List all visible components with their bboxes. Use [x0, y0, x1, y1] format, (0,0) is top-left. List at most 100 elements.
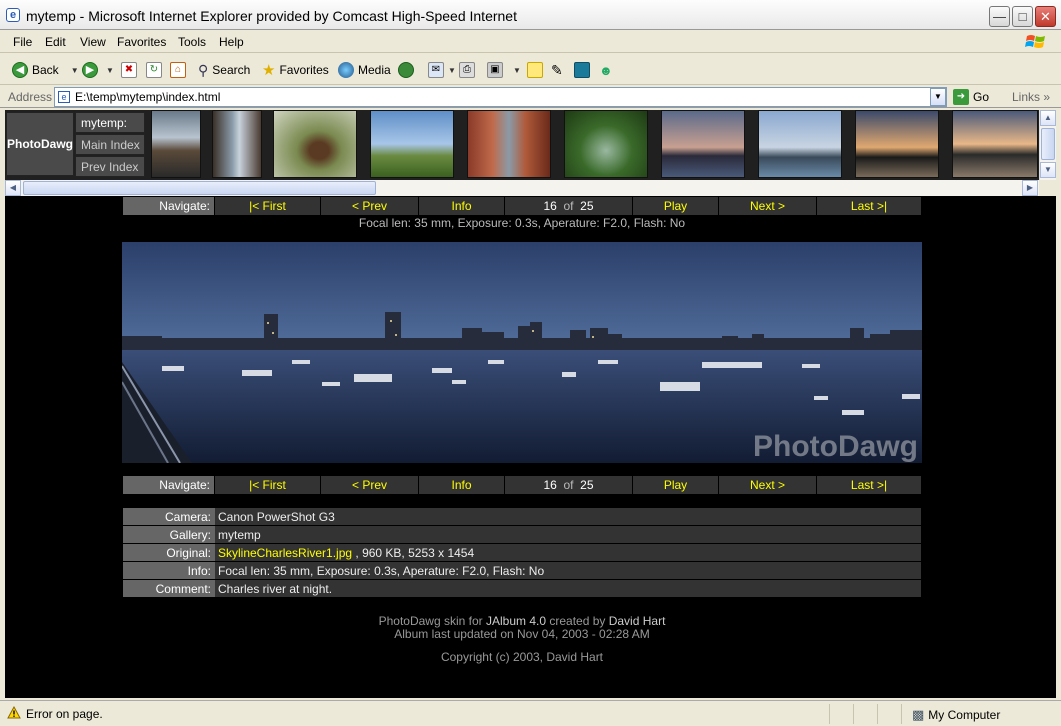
menu-tools[interactable]: Tools: [178, 35, 206, 49]
research-icon: ✎: [551, 61, 563, 78]
next-link[interactable]: Next >: [719, 197, 817, 215]
main-photo[interactable]: PhotoDawg: [122, 242, 922, 463]
comment-label: Comment:: [123, 580, 215, 597]
thumbnail[interactable]: [151, 110, 201, 178]
jalbum-link[interactable]: JAlbum 4.0: [486, 614, 546, 628]
thumbnail[interactable]: [758, 110, 842, 178]
details-row-original: Original: SkylineCharlesRiver1.jpg , 960…: [123, 544, 921, 562]
thumbnail-vertical-scrollbar[interactable]: ▲ ▼: [1039, 110, 1056, 180]
history-button[interactable]: [398, 60, 414, 80]
scroll-right-icon[interactable]: ▶: [1022, 180, 1038, 196]
chevron-down-icon[interactable]: ▼: [448, 66, 456, 75]
play-link[interactable]: Play: [633, 197, 719, 215]
search-button[interactable]: ⚲ Search: [198, 60, 250, 80]
watermark-text: PhotoDawg: [753, 430, 918, 463]
messenger-button[interactable]: [574, 60, 590, 80]
thumbnail[interactable]: [855, 110, 939, 178]
menu-favorites[interactable]: Favorites: [117, 35, 166, 49]
author-link[interactable]: David Hart: [609, 614, 666, 628]
people-icon: ☻: [599, 62, 613, 78]
index-nav-table: PhotoDawg mytemp: Main Index Prev Index: [5, 110, 147, 178]
home-button[interactable]: ⌂: [170, 60, 186, 80]
print-button[interactable]: ⎙: [459, 60, 475, 80]
scroll-up-icon[interactable]: ▲: [1040, 110, 1056, 126]
links-button[interactable]: Links »: [1012, 90, 1050, 104]
discuss-button[interactable]: [527, 60, 543, 80]
scroll-down-icon[interactable]: ▼: [1040, 162, 1056, 178]
last-link[interactable]: Last >|: [817, 197, 921, 215]
close-button[interactable]: ✕: [1035, 6, 1056, 27]
prev-index-link[interactable]: Prev Index: [75, 156, 145, 177]
media-button[interactable]: Media: [338, 60, 391, 80]
favorites-button[interactable]: ★ Favorites: [262, 60, 329, 80]
toolbar: ◀ Back ▼ ▶ ▼ ✖ ↻ ⌂ ⚲ Search ★ Favorites …: [0, 54, 1061, 85]
edit-button[interactable]: ▣ ▼: [487, 60, 521, 80]
mail-button[interactable]: ✉ ▼: [428, 60, 456, 80]
address-bar: Address E:\temp\mytemp\index.html e ▼ ➜ …: [0, 86, 1061, 108]
research-button[interactable]: ✎: [551, 60, 563, 80]
menu-help[interactable]: Help: [219, 35, 244, 49]
search-icon: ⚲: [198, 61, 209, 78]
thumbnail-horizontal-scrollbar[interactable]: ◀ ▶: [5, 180, 1039, 196]
messenger-icon: [574, 62, 590, 78]
info-link[interactable]: Info: [419, 197, 505, 215]
address-dropdown-button[interactable]: ▼: [930, 88, 946, 106]
last-link[interactable]: Last >|: [817, 476, 921, 494]
window-title: mytemp - Microsoft Internet Explorer pro…: [26, 8, 517, 24]
chevron-down-icon[interactable]: ▼: [106, 66, 114, 75]
forward-arrow-icon: ▶: [82, 62, 98, 78]
original-file-link[interactable]: SkylineCharlesRiver1.jpg: [218, 546, 352, 560]
thumbnail[interactable]: [952, 110, 1038, 178]
prev-link[interactable]: < Prev: [321, 197, 419, 215]
prev-link[interactable]: < Prev: [321, 476, 419, 494]
footer-copyright: Copyright (c) 2003, David Hart: [440, 650, 604, 664]
people-button[interactable]: ☻: [599, 60, 613, 80]
mail-icon: ✉: [428, 62, 444, 78]
chevron-down-icon[interactable]: ▼: [513, 66, 521, 75]
exif-summary: Focal len: 35 mm, Exposure: 0.3s, Aperat…: [358, 216, 686, 230]
home-icon: ⌂: [170, 62, 186, 78]
address-input[interactable]: E:\temp\mytemp\index.html: [54, 87, 947, 107]
first-link[interactable]: |< First: [215, 197, 321, 215]
maximize-button[interactable]: □: [1012, 6, 1033, 27]
thumbnail[interactable]: [370, 110, 454, 178]
thumbnail[interactable]: [564, 110, 648, 178]
main-index-link[interactable]: Main Index: [75, 134, 145, 155]
page-counter: 16 of 25: [505, 197, 633, 215]
thumbnail[interactable]: [661, 110, 745, 178]
original-label: Original:: [123, 544, 215, 561]
info-label: Info:: [123, 562, 215, 579]
details-row-comment: Comment: Charles river at night.: [123, 580, 921, 598]
warning-icon[interactable]: [7, 706, 21, 719]
photo-details-table: Camera: Canon PowerShot G3 Gallery: myte…: [123, 508, 921, 598]
refresh-button[interactable]: ↻: [146, 60, 162, 80]
play-link[interactable]: Play: [633, 476, 719, 494]
stop-button[interactable]: ✖: [121, 60, 137, 80]
thumbnail[interactable]: [273, 110, 357, 178]
scroll-thumb[interactable]: [1041, 128, 1055, 160]
status-text: Error on page.: [26, 707, 103, 721]
minimize-button[interactable]: —: [989, 6, 1010, 27]
scroll-thumb[interactable]: [23, 181, 376, 195]
forward-button[interactable]: ▶ ▼: [82, 60, 114, 80]
first-link[interactable]: |< First: [215, 476, 321, 494]
thumbnail[interactable]: [467, 110, 551, 178]
navigate-label: Navigate:: [123, 476, 215, 494]
info-link[interactable]: Info: [419, 476, 505, 494]
menu-bar: File Edit View Favorites Tools Help: [0, 31, 1061, 53]
navigate-label: Navigate:: [123, 197, 215, 215]
menu-view[interactable]: View: [80, 35, 106, 49]
media-globe-icon: [338, 62, 354, 78]
next-link[interactable]: Next >: [719, 476, 817, 494]
chevron-down-icon[interactable]: ▼: [71, 66, 79, 75]
go-button[interactable]: ➜ Go: [953, 88, 989, 106]
ie-icon: e: [6, 8, 20, 22]
scroll-left-icon[interactable]: ◀: [5, 180, 21, 196]
menu-edit[interactable]: Edit: [45, 35, 66, 49]
refresh-icon: ↻: [146, 62, 162, 78]
gallery-value: mytemp: [215, 526, 921, 543]
thumbnail[interactable]: [212, 110, 262, 178]
back-button[interactable]: ◀ Back ▼: [12, 60, 79, 80]
windows-logo-icon: [1025, 35, 1045, 48]
menu-file[interactable]: File: [13, 35, 32, 49]
